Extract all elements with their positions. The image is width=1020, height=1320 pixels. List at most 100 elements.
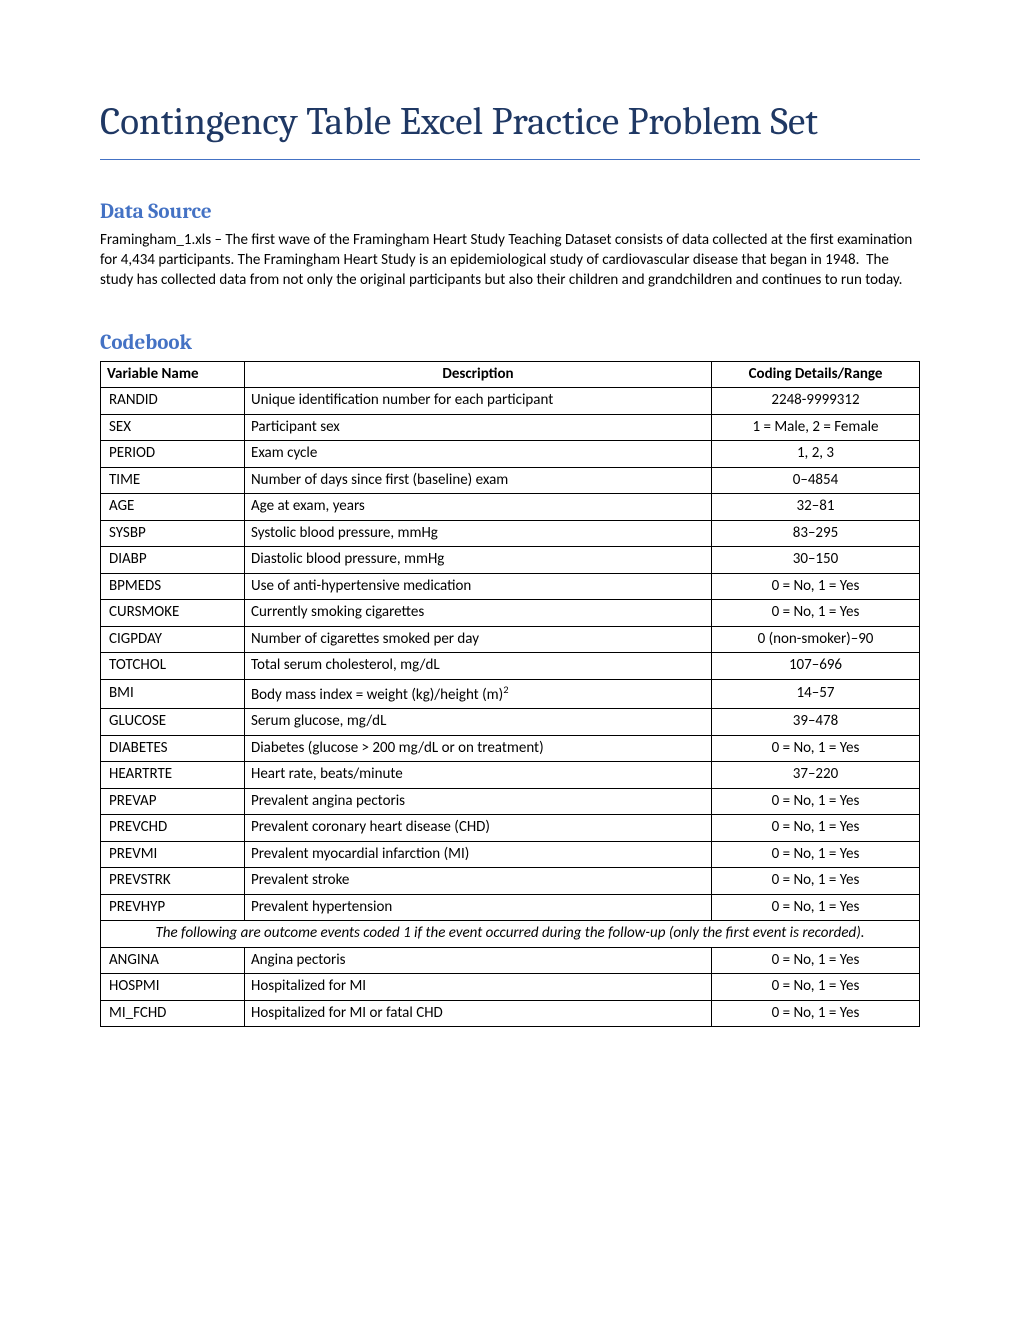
cell-description: Serum glucose, mg/dL xyxy=(245,709,712,736)
cell-range: 0 = No, 1 = Yes xyxy=(712,573,920,600)
cell-range: 2248-9999312 xyxy=(712,388,920,415)
cell-range: 0 = No, 1 = Yes xyxy=(712,788,920,815)
cell-variable-name: RANDID xyxy=(101,388,245,415)
table-row: HOSPMIHospitalized for MI0 = No, 1 = Yes xyxy=(101,974,920,1001)
spanner-text: The following are outcome events coded 1… xyxy=(101,921,920,948)
cell-range: 37–220 xyxy=(712,762,920,789)
cell-description: Hospitalized for MI or fatal CHD xyxy=(245,1000,712,1027)
cell-variable-name: MI_FCHD xyxy=(101,1000,245,1027)
table-row: PREVSTRKPrevalent stroke0 = No, 1 = Yes xyxy=(101,868,920,895)
table-row: BMIBody mass index = weight (kg)/height … xyxy=(101,679,920,709)
cell-description: Hospitalized for MI xyxy=(245,974,712,1001)
cell-range: 83–295 xyxy=(712,520,920,547)
table-row: ANGINAAngina pectoris0 = No, 1 = Yes xyxy=(101,947,920,974)
table-row: PREVMIPrevalent myocardial infarction (M… xyxy=(101,841,920,868)
cell-variable-name: CURSMOKE xyxy=(101,600,245,627)
cell-range: 1 = Male, 2 = Female xyxy=(712,414,920,441)
col-header-range: Coding Details/Range xyxy=(712,361,920,388)
cell-variable-name: PREVHYP xyxy=(101,894,245,921)
table-row: MI_FCHDHospitalized for MI or fatal CHD0… xyxy=(101,1000,920,1027)
cell-variable-name: SYSBP xyxy=(101,520,245,547)
cell-variable-name: CIGPDAY xyxy=(101,626,245,653)
table-row: PREVAPPrevalent angina pectoris0 = No, 1… xyxy=(101,788,920,815)
cell-variable-name: DIABP xyxy=(101,547,245,574)
cell-variable-name: HEARTRTE xyxy=(101,762,245,789)
cell-variable-name: TOTCHOL xyxy=(101,653,245,680)
table-row: SEXParticipant sex1 = Male, 2 = Female xyxy=(101,414,920,441)
cell-variable-name: BPMEDS xyxy=(101,573,245,600)
cell-range: 0 = No, 1 = Yes xyxy=(712,735,920,762)
cell-range: 39–478 xyxy=(712,709,920,736)
cell-description: Systolic blood pressure, mmHg xyxy=(245,520,712,547)
cell-range: 0 = No, 1 = Yes xyxy=(712,947,920,974)
codebook-table: Variable Name Description Coding Details… xyxy=(100,361,920,1028)
cell-variable-name: SEX xyxy=(101,414,245,441)
cell-description: Heart rate, beats/minute xyxy=(245,762,712,789)
table-row: DIABPDiastolic blood pressure, mmHg30–15… xyxy=(101,547,920,574)
cell-description: Prevalent hypertension xyxy=(245,894,712,921)
table-row: GLUCOSESerum glucose, mg/dL39–478 xyxy=(101,709,920,736)
table-row: TIMENumber of days since first (baseline… xyxy=(101,467,920,494)
cell-description: Age at exam, years xyxy=(245,494,712,521)
cell-description: Currently smoking cigarettes xyxy=(245,600,712,627)
cell-variable-name: DIABETES xyxy=(101,735,245,762)
table-row: TOTCHOLTotal serum cholesterol, mg/dL107… xyxy=(101,653,920,680)
cell-description: Total serum cholesterol, mg/dL xyxy=(245,653,712,680)
cell-variable-name: AGE xyxy=(101,494,245,521)
cell-description: Number of cigarettes smoked per day xyxy=(245,626,712,653)
cell-description: Use of anti-hypertensive medication xyxy=(245,573,712,600)
cell-variable-name: ANGINA xyxy=(101,947,245,974)
cell-variable-name: PREVMI xyxy=(101,841,245,868)
col-header-variable: Variable Name xyxy=(101,361,245,388)
cell-description: Prevalent coronary heart disease (CHD) xyxy=(245,815,712,842)
cell-description: Angina pectoris xyxy=(245,947,712,974)
table-row: CURSMOKECurrently smoking cigarettes0 = … xyxy=(101,600,920,627)
table-row: DIABETESDiabetes (glucose > 200 mg/dL or… xyxy=(101,735,920,762)
cell-range: 14–57 xyxy=(712,679,920,709)
table-header-row: Variable Name Description Coding Details… xyxy=(101,361,920,388)
table-row: BPMEDSUse of anti-hypertensive medicatio… xyxy=(101,573,920,600)
cell-range: 30–150 xyxy=(712,547,920,574)
table-row: AGEAge at exam, years32–81 xyxy=(101,494,920,521)
cell-description: Unique identification number for each pa… xyxy=(245,388,712,415)
section-heading-codebook: Codebook xyxy=(100,331,920,355)
cell-range: 0 = No, 1 = Yes xyxy=(712,894,920,921)
cell-description: Prevalent stroke xyxy=(245,868,712,895)
cell-variable-name: PREVSTRK xyxy=(101,868,245,895)
section-heading-data-source: Data Source xyxy=(100,200,920,224)
cell-description: Diabetes (glucose > 200 mg/dL or on trea… xyxy=(245,735,712,762)
table-row: PREVCHDPrevalent coronary heart disease … xyxy=(101,815,920,842)
cell-variable-name: PERIOD xyxy=(101,441,245,468)
cell-variable-name: PREVAP xyxy=(101,788,245,815)
cell-variable-name: HOSPMI xyxy=(101,974,245,1001)
table-row: CIGPDAYNumber of cigarettes smoked per d… xyxy=(101,626,920,653)
data-source-paragraph: Framingham_1.xls – The first wave of the… xyxy=(100,230,920,291)
cell-range: 0 = No, 1 = Yes xyxy=(712,868,920,895)
cell-description: Participant sex xyxy=(245,414,712,441)
cell-variable-name: PREVCHD xyxy=(101,815,245,842)
cell-variable-name: TIME xyxy=(101,467,245,494)
cell-range: 32–81 xyxy=(712,494,920,521)
col-header-description: Description xyxy=(245,361,712,388)
cell-description: Body mass index = weight (kg)/height (m)… xyxy=(245,679,712,709)
cell-range: 0 = No, 1 = Yes xyxy=(712,974,920,1001)
page-title: Contingency Table Excel Practice Problem… xyxy=(100,100,920,160)
cell-range: 1, 2, 3 xyxy=(712,441,920,468)
table-row: RANDIDUnique identification number for e… xyxy=(101,388,920,415)
cell-variable-name: BMI xyxy=(101,679,245,709)
table-row: PERIODExam cycle1, 2, 3 xyxy=(101,441,920,468)
cell-description: Prevalent myocardial infarction (MI) xyxy=(245,841,712,868)
cell-description: Prevalent angina pectoris xyxy=(245,788,712,815)
document-page: Contingency Table Excel Practice Problem… xyxy=(0,0,1020,1087)
cell-range: 0–4854 xyxy=(712,467,920,494)
cell-description: Number of days since first (baseline) ex… xyxy=(245,467,712,494)
cell-range: 0 = No, 1 = Yes xyxy=(712,1000,920,1027)
table-row: HEARTRTEHeart rate, beats/minute37–220 xyxy=(101,762,920,789)
table-row: PREVHYPPrevalent hypertension0 = No, 1 =… xyxy=(101,894,920,921)
cell-range: 0 = No, 1 = Yes xyxy=(712,815,920,842)
cell-range: 0 = No, 1 = Yes xyxy=(712,600,920,627)
cell-range: 107–696 xyxy=(712,653,920,680)
cell-variable-name: GLUCOSE xyxy=(101,709,245,736)
cell-description: Diastolic blood pressure, mmHg xyxy=(245,547,712,574)
cell-description: Exam cycle xyxy=(245,441,712,468)
